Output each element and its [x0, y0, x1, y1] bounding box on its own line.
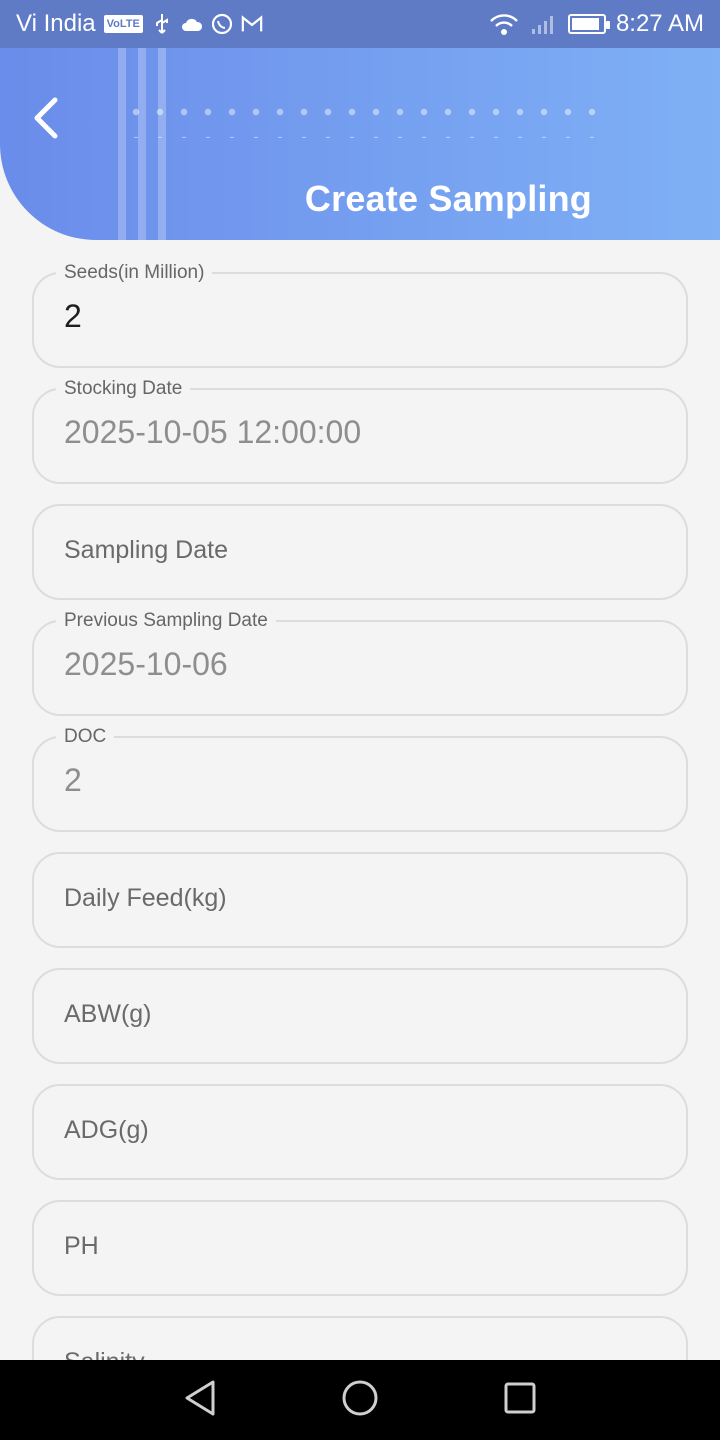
- doc-value: 2: [64, 762, 82, 798]
- abw-placeholder: ABW(g): [64, 1000, 152, 1028]
- doc-field[interactable]: DOC 2: [32, 725, 688, 832]
- adg-placeholder: ADG(g): [64, 1116, 149, 1144]
- status-bar-left: Vi India VoLTE: [16, 10, 263, 38]
- seeds-label: Seeds(in Million): [56, 261, 213, 285]
- stocking-date-label: Stocking Date: [56, 377, 191, 401]
- app-header: Create Sampling: [0, 48, 720, 240]
- previous-sampling-date-field[interactable]: Previous Sampling Date 2025-10-06: [32, 609, 688, 716]
- back-button[interactable]: [24, 96, 68, 144]
- sampling-date-field[interactable]: Sampling Date: [32, 504, 688, 600]
- doc-label: DOC: [56, 725, 115, 749]
- stocking-date-value: 2025-10-05 12:00:00: [64, 414, 362, 450]
- nav-recents-button[interactable]: [490, 1370, 550, 1430]
- wifi-icon: [488, 12, 520, 36]
- whatsapp-icon: [211, 12, 233, 36]
- sampling-form: Seeds(in Million) 2 Stocking Date 2025-1…: [32, 261, 688, 1432]
- daily-feed-field[interactable]: Daily Feed(kg): [32, 852, 688, 948]
- signal-icon: [530, 12, 558, 36]
- status-bar: Vi India VoLTE 8:27 AM: [0, 0, 720, 48]
- chevron-left-icon: [31, 97, 61, 144]
- previous-sampling-date-label: Previous Sampling Date: [56, 609, 276, 633]
- page-title: Create Sampling: [304, 178, 592, 219]
- cloud-icon: [181, 12, 203, 36]
- header-decor-bar: [138, 48, 146, 240]
- back-triangle-icon: [183, 1379, 217, 1422]
- abw-field[interactable]: ABW(g): [32, 968, 688, 1064]
- recents-square-icon: [503, 1381, 537, 1420]
- carrier-name: Vi India: [16, 10, 96, 37]
- adg-field[interactable]: ADG(g): [32, 1084, 688, 1180]
- ph-placeholder: PH: [64, 1232, 99, 1260]
- system-nav-bar: [0, 1360, 720, 1440]
- previous-sampling-date-value: 2025-10-06: [64, 646, 228, 682]
- header-decor-bar: [158, 48, 166, 240]
- stocking-date-field[interactable]: Stocking Date 2025-10-05 12:00:00: [32, 377, 688, 484]
- usb-icon: [151, 12, 173, 36]
- status-bar-right: 8:27 AM: [488, 10, 704, 38]
- gmail-icon: [241, 12, 263, 36]
- daily-feed-placeholder: Daily Feed(kg): [64, 884, 227, 912]
- sampling-date-placeholder: Sampling Date: [64, 536, 228, 564]
- nav-back-button[interactable]: [170, 1370, 230, 1430]
- header-decor-bar: [118, 48, 126, 240]
- volte-badge: VoLTE: [103, 15, 143, 33]
- home-circle-icon: [341, 1379, 379, 1422]
- clock: 8:27 AM: [615, 10, 704, 37]
- nav-home-button[interactable]: [330, 1370, 390, 1430]
- header-decor-dots: [124, 98, 604, 138]
- ph-field[interactable]: PH: [32, 1200, 688, 1296]
- seeds-value: 2: [64, 298, 82, 334]
- battery-icon: [567, 14, 610, 34]
- seeds-field[interactable]: Seeds(in Million) 2: [32, 261, 688, 368]
